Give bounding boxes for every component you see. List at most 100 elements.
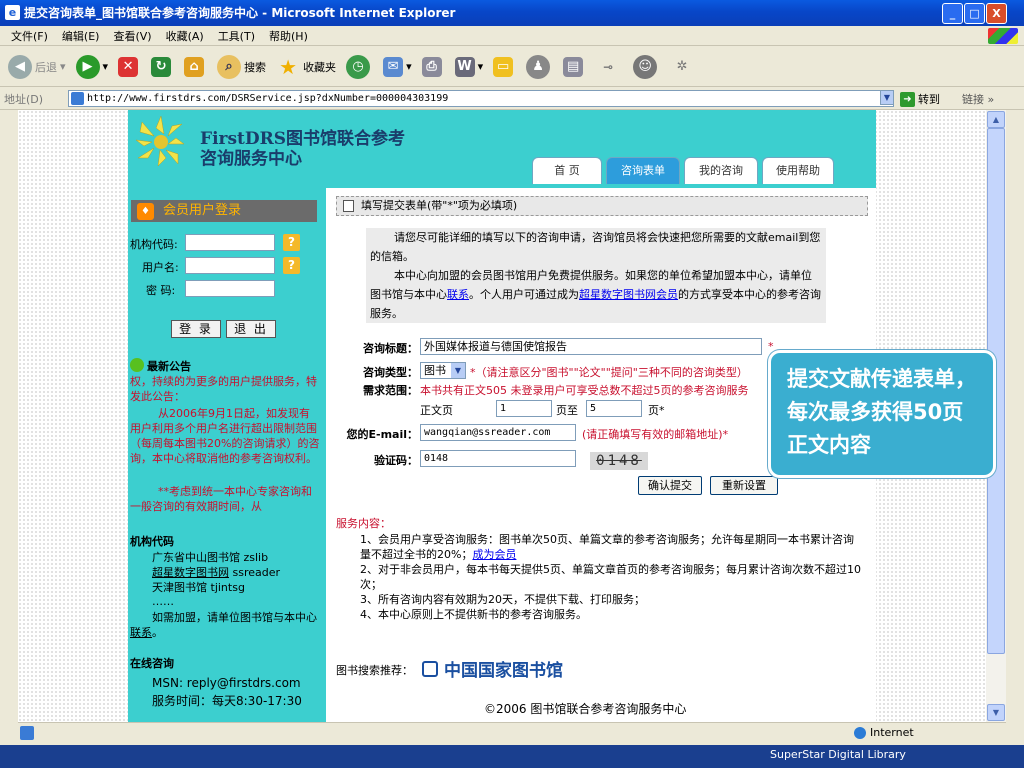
star-icon: ★ (279, 54, 298, 79)
window-title: 提交咨询表单_图书馆联合参考咨询服务中心 - Microsoft Interne… (24, 6, 456, 20)
submit-button[interactable]: 确认提交 (638, 476, 702, 495)
copyright: ©2006 图书馆联合参考咨询服务中心 (484, 702, 687, 716)
title-input[interactable]: 外国媒体报道与德国使馆报告 (420, 338, 762, 355)
tab-my-consults[interactable]: 我的咨询 (684, 157, 758, 184)
stop-button[interactable]: ✕ (114, 51, 145, 83)
go-button[interactable]: ➜ 转到 (900, 91, 940, 107)
home-button[interactable]: ⌂ (180, 51, 211, 83)
scroll-down-icon[interactable]: ▼ (987, 704, 1005, 721)
page-to-input[interactable]: 5 (586, 400, 642, 417)
username-label: 用户名: (142, 261, 179, 274)
maximize-button[interactable]: □ (964, 3, 985, 24)
search-icon: ⌕ (217, 54, 242, 79)
print-icon: ⎙ (421, 56, 442, 77)
print-button[interactable]: ⎙ (418, 51, 449, 83)
zone-indicator: Internet (854, 726, 914, 739)
captcha-input[interactable]: 0148 (420, 450, 576, 467)
mail-button[interactable]: ✉ ▾ (379, 51, 416, 83)
refresh-icon: ↻ (151, 56, 172, 77)
address-bar: 地址(D) http://www.firstdrs.com/DSRService… (0, 88, 1024, 110)
status-bar: Internet (18, 722, 1006, 744)
tab-home[interactable]: 首 页 (532, 157, 602, 184)
site-header: FirstDRS图书馆联合参考 咨询服务中心 首 页 咨询表单 我的咨询 使用帮… (128, 110, 876, 188)
menu-favorites[interactable]: 收藏(A) (159, 28, 211, 44)
edit-icon: W (454, 56, 475, 77)
username-help-icon[interactable]: ? (283, 257, 300, 274)
become-member-link[interactable]: 成为会员 (472, 548, 516, 561)
qq-button[interactable]: ☺ (629, 51, 664, 83)
forward-button[interactable]: ▶ ▾ (72, 51, 113, 83)
butterfly-icon: ✲ (676, 58, 688, 74)
login-button[interactable]: 登 录 (171, 320, 221, 338)
join-contact-link[interactable]: 联系 (130, 626, 152, 639)
windows-logo-icon (988, 28, 1018, 44)
address-input[interactable]: http://www.firstdrs.com/DSRService.jsp?d… (68, 90, 894, 107)
captcha-label: 验证码： (374, 454, 418, 467)
left-sidebar: ♦ 会员用户登录 机构代码: ? 用户名: ? 密 码: 登 录 退 出 最新公… (128, 188, 326, 722)
ssreader-member-link[interactable]: 超星数字图书网会员 (579, 288, 678, 301)
tab-help[interactable]: 使用帮助 (762, 157, 834, 184)
qq-icon: ☺ (633, 54, 658, 79)
brand-footer: SuperStar Digital Library (770, 748, 906, 761)
org-code-label: 机构代码: (130, 238, 178, 251)
page-unit: 页* (648, 404, 665, 417)
page-container: FirstDRS图书馆联合参考 咨询服务中心 首 页 咨询表单 我的咨询 使用帮… (128, 110, 876, 722)
username-input[interactable] (185, 257, 275, 274)
menu-tools[interactable]: 工具(T) (211, 28, 262, 44)
range-label: 需求范围： (363, 384, 418, 397)
links-button[interactable]: 链接 » (962, 91, 994, 107)
back-button[interactable]: ◀ 后退 ▾ (4, 51, 70, 83)
email-label: 您的E-mail： (346, 428, 418, 441)
reset-button[interactable]: 重新设置 (710, 476, 778, 495)
bluetooth-button[interactable]: ⊸ (592, 51, 627, 83)
folder-icon: ▭ (493, 56, 514, 77)
type-select[interactable]: 图书 ▼ (420, 362, 466, 379)
title-bar: e 提交咨询表单_图书馆联合参考咨询服务中心 - Microsoft Inter… (0, 0, 1024, 26)
nlc-logo-icon (422, 660, 438, 677)
stop-icon: ✕ (118, 56, 139, 77)
minimize-button[interactable]: _ (942, 3, 963, 24)
messenger-button[interactable]: ♟ (522, 51, 557, 83)
messenger-icon: ♟ (526, 54, 551, 79)
captcha-image: 0148 (590, 452, 648, 470)
back-arrow-icon: ◀ (8, 54, 32, 79)
email-input[interactable]: wangqian@ssreader.com (420, 424, 576, 441)
menu-help[interactable]: 帮助(H) (262, 28, 315, 44)
research-button[interactable]: ▤ (559, 51, 590, 83)
menu-edit[interactable]: 编辑(E) (55, 28, 107, 44)
research-icon: ▤ (563, 56, 584, 77)
edit-button[interactable]: W ▾ (451, 51, 488, 83)
page-from-input[interactable]: 1 (496, 400, 552, 417)
password-label: 密 码: (146, 284, 176, 297)
menu-file[interactable]: 文件(F) (4, 28, 55, 44)
org-help-icon[interactable]: ? (283, 234, 300, 251)
history-button[interactable]: ◷ (342, 51, 377, 83)
favorites-button[interactable]: ★ 收藏夹 (272, 51, 340, 83)
home-icon: ⌂ (184, 56, 205, 77)
service-hours: 服务时间：每天8:30-17:30 (152, 694, 302, 708)
contact-link[interactable]: 联系 (447, 288, 469, 301)
nlc-logo[interactable]: 中国国家图书馆 (422, 656, 563, 681)
tab-consult-form[interactable]: 咨询表单 (606, 157, 680, 184)
mail-icon: ✉ (383, 56, 404, 77)
forward-arrow-icon: ▶ (75, 54, 100, 79)
announcement-paragraph-1: 从2006年9月1日起，如发现有用户利用多个用户名进行超出限制范围（每周每本图书… (130, 407, 320, 465)
page-to-label: 页至 (556, 404, 578, 417)
address-dropdown[interactable]: ▼ (880, 90, 894, 105)
refresh-button[interactable]: ↻ (147, 51, 178, 83)
go-arrow-icon: ➜ (900, 91, 915, 107)
close-button[interactable]: X (986, 3, 1007, 24)
ssreader-link[interactable]: 超星数字图书网 (152, 566, 229, 579)
org-code-input[interactable] (185, 234, 275, 251)
service-item: 2、对于非会员用户，每本书每天提供5页、单篇文章首页的参考咨询服务；每月累计咨询… (360, 563, 861, 591)
discuss-button[interactable]: ▭ (489, 51, 520, 83)
annotation-callout: 提交文献传递表单，每次最多获得50页正文内容 (768, 350, 996, 478)
tools-button[interactable]: ✲ (666, 51, 701, 83)
logout-button[interactable]: 退 出 (226, 320, 276, 338)
search-button[interactable]: ⌕ 搜索 (213, 51, 270, 83)
scroll-up-icon[interactable]: ▲ (987, 111, 1005, 128)
email-hint: (请正确填写有效的邮箱地址)* (582, 428, 729, 441)
menu-view[interactable]: 查看(V) (106, 28, 158, 44)
password-input[interactable] (185, 280, 275, 297)
announcement-body: 权，持续的为更多的用户提供服务，特发此公告： (130, 375, 317, 403)
